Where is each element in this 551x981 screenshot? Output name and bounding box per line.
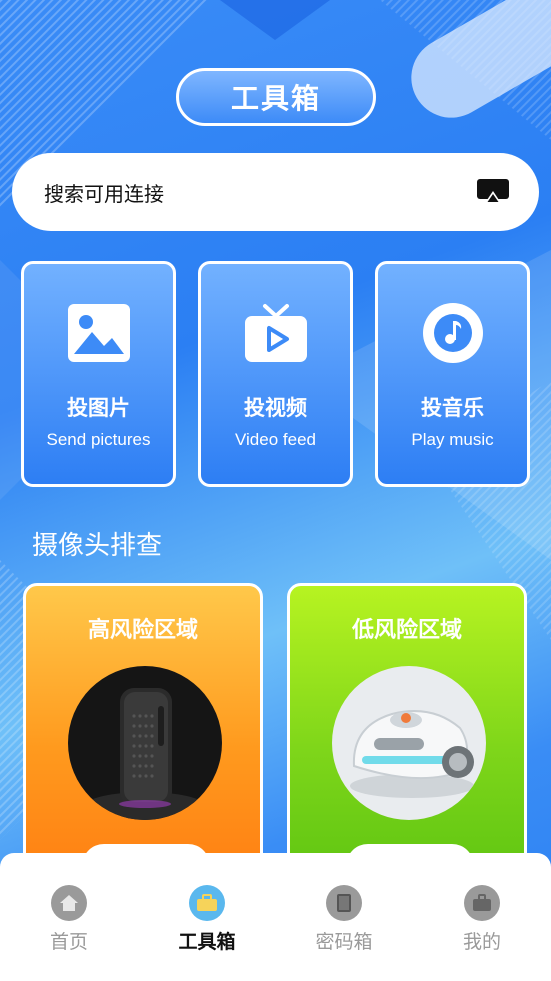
page-title: 工具箱 [176, 68, 376, 126]
tab-toolbox-label: 工具箱 [178, 931, 236, 953]
cast-music-subtitle: Play music [411, 430, 494, 449]
music-note-icon [422, 303, 483, 363]
low-risk-area-card[interactable]: 低风险区域 [287, 583, 527, 883]
tab-profile-label: 我的 [462, 931, 501, 953]
bottom-tab-bar: 首页 工具箱 密码箱 我的 [0, 853, 551, 981]
tab-password-box[interactable]: 密码箱 [294, 885, 394, 954]
tv-play-icon [244, 304, 307, 362]
high-risk-area-card[interactable]: 高风险区域 [23, 583, 263, 883]
tab-toolbox[interactable]: 工具箱 [157, 885, 257, 954]
search-label: 搜索可用连接 [44, 181, 164, 206]
profile-icon [464, 885, 500, 921]
cast-pictures-card[interactable]: 投图片 Send pictures [21, 261, 176, 487]
home-icon [51, 885, 87, 921]
cast-video-title: 投视频 [244, 396, 307, 420]
robot-cleaner-photo [332, 666, 486, 820]
image-icon [67, 304, 130, 362]
search-connections-bar[interactable]: 搜索可用连接 [12, 153, 539, 231]
tab-password-box-label: 密码箱 [315, 931, 373, 953]
toolbox-icon [189, 885, 225, 921]
cast-music-title: 投音乐 [421, 396, 484, 420]
cast-pictures-subtitle: Send pictures [46, 430, 151, 449]
low-risk-label: 低风险区域 [351, 618, 462, 643]
tab-home-label: 首页 [49, 931, 88, 953]
cast-video-subtitle: Video feed [235, 430, 316, 449]
screen-cast-icon[interactable] [477, 179, 509, 205]
tab-home[interactable]: 首页 [19, 885, 119, 954]
cast-video-card[interactable]: 投视频 Video feed [198, 261, 353, 487]
tab-profile[interactable]: 我的 [432, 885, 532, 954]
high-risk-label: 高风险区域 [87, 618, 198, 643]
speaker-photo [68, 666, 222, 820]
camera-check-section-title: 摄像头排查 [32, 531, 163, 561]
cast-pictures-title: 投图片 [67, 396, 130, 420]
password-book-icon [326, 885, 362, 921]
cast-music-card[interactable]: 投音乐 Play music [375, 261, 530, 487]
